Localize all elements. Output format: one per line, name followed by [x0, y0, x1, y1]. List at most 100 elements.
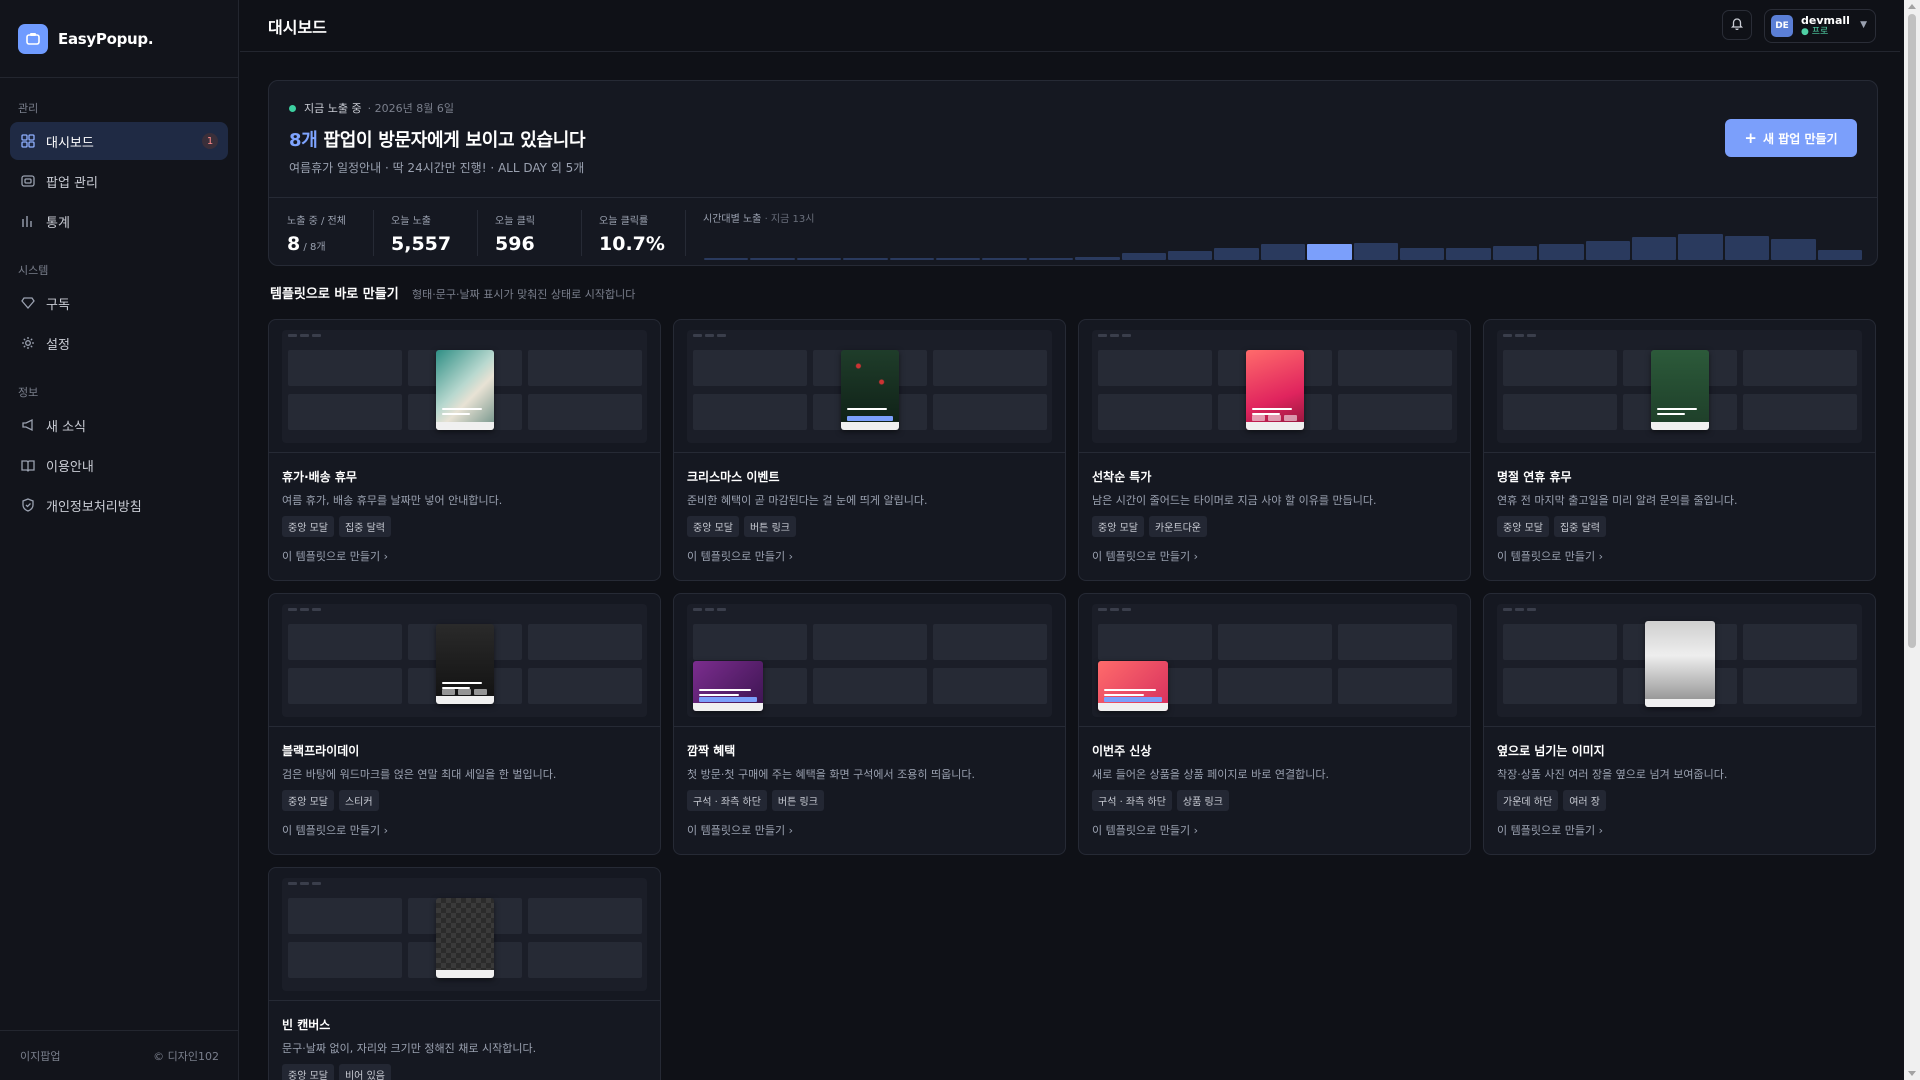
sidebar-item-subscription[interactable]: 구독 [10, 284, 228, 322]
popup-text-line [1104, 694, 1144, 696]
page-mockup [282, 604, 647, 717]
template-description: 새로 들어온 상품을 상품 페이지로 바로 연결합니다. [1092, 768, 1329, 781]
template-preview [1484, 594, 1875, 727]
template-name: 선착순 특가 [1092, 470, 1152, 484]
mock-cell [1503, 394, 1617, 430]
mock-cell [1743, 624, 1857, 660]
template-card[interactable]: 선착순 특가 남은 시간이 줄어드는 타이머로 지금 사야 할 이유를 만듭니다… [1078, 319, 1471, 581]
template-name: 명절 연휴 휴무 [1497, 470, 1572, 484]
page-scrollbar[interactable] [1904, 0, 1920, 1080]
popup-preview [1651, 350, 1709, 430]
plus-icon: + [1744, 129, 1757, 147]
popup-chip-mock [1252, 415, 1265, 421]
use-template-link[interactable]: 이 템플릿으로 만들기 › [687, 822, 793, 838]
template-card[interactable]: 옆으로 넘기는 이미지 착장·상품 사진 여러 장을 옆으로 넘겨 보여줍니다.… [1483, 593, 1876, 855]
stat-active: 노출 중 / 전체 8 / 8개 [269, 198, 373, 266]
template-card[interactable]: 크리스마스 이벤트 준비한 혜택이 곧 마감된다는 걸 눈에 띄게 알립니다. … [673, 319, 1066, 581]
template-name: 블랙프라이데이 [282, 744, 360, 758]
template-tag: 집중 달력 [1553, 516, 1606, 537]
brand[interactable]: EasyPopup. [0, 0, 238, 78]
stat-label: 노출 중 / 전체 [287, 216, 346, 227]
mock-cell [1338, 394, 1452, 430]
sidebar-item-popups[interactable]: 팝업 관리 [10, 162, 228, 200]
sidebar-item-label: 개인정보처리방침 [46, 499, 142, 515]
template-tags: 중앙 모달 집중 달력 [282, 516, 391, 537]
mock-window-dots [1503, 608, 1543, 611]
hourly-bar [1632, 237, 1677, 260]
template-card[interactable]: 휴가·배송 휴무 여름 휴가, 배송 휴무를 날짜만 넣어 안내합니다. 중앙 … [268, 319, 661, 581]
popup-footer-mock [1645, 699, 1715, 707]
brand-logo-icon [18, 23, 48, 54]
template-tags: 중앙 모달 집중 달력 [1497, 516, 1606, 537]
template-name: 이번주 신상 [1092, 744, 1152, 758]
popup-preview [1246, 350, 1304, 430]
sidebar-item-privacy[interactable]: 개인정보처리방침 [10, 486, 228, 524]
topbar: 대시보드 DE devmall ● 프로 ▼ [240, 0, 1900, 52]
hourly-bar [1353, 243, 1398, 260]
templates-section-title: 템플릿으로 바로 만들기 [270, 287, 399, 302]
notification-button[interactable] [1722, 10, 1752, 40]
sidebar-item-guide[interactable]: 이용안내 [10, 446, 228, 484]
popup-text-line [1252, 408, 1292, 410]
use-template-link[interactable]: 이 템플릿으로 만들기 › [1497, 822, 1603, 838]
template-card[interactable]: 블랙프라이데이 검은 바탕에 워드마크를 얹은 연말 최대 세일을 한 벌입니다… [268, 593, 661, 855]
sidebar-item-label: 통계 [46, 215, 70, 231]
use-template-link[interactable]: 이 템플릿으로 만들기 › [1092, 548, 1198, 564]
scroll-up-arrow-icon[interactable] [1908, 4, 1916, 9]
template-tag: 구석 · 좌측 하단 [687, 790, 767, 811]
new-popup-button[interactable]: + 새 팝업 만들기 [1725, 119, 1857, 157]
mock-window-dots [693, 334, 733, 337]
nav-section-system: 시스템 구독 설정 [0, 262, 238, 362]
hourly-bar [1492, 246, 1538, 260]
sidebar-item-news[interactable]: 새 소식 [10, 406, 228, 444]
template-card[interactable]: 깜짝 혜택 첫 방문·첫 구매에 주는 혜택을 화면 구석에서 조용히 띄웁니다… [673, 593, 1066, 855]
mock-window-dots [1503, 334, 1543, 337]
use-template-link[interactable]: 이 템플릿으로 만들기 › [282, 548, 388, 564]
use-template-link[interactable]: 이 템플릿으로 만들기 › [1497, 548, 1603, 564]
sidebar-item-stats[interactable]: 통계 [10, 202, 228, 240]
live-status: 지금 노출 중 · 2026년 8월 6일 [289, 100, 454, 116]
mock-cell [693, 624, 807, 660]
page-mockup [1497, 604, 1862, 717]
footer-copyright[interactable]: © 디자인102 [153, 1048, 219, 1064]
template-card[interactable]: 명절 연휴 휴무 연휴 전 마지막 출고일을 미리 알려 문의를 줄입니다. 중… [1483, 319, 1876, 581]
user-menu[interactable]: DE devmall ● 프로 ▼ [1764, 9, 1876, 43]
sidebar-item-settings[interactable]: 설정 [10, 324, 228, 362]
template-tag: 구석 · 좌측 하단 [1092, 790, 1172, 811]
template-card[interactable]: 이번주 신상 새로 들어온 상품을 상품 페이지로 바로 연결합니다. 구석 ·… [1078, 593, 1471, 855]
mock-cell [528, 350, 642, 386]
template-card[interactable]: 빈 캔버스 문구·날짜 없이, 자리와 크기만 정해진 채로 시작합니다. 중앙… [268, 867, 661, 1080]
live-summary-panel: 지금 노출 중 · 2026년 8월 6일 8개 팝업이 방문자에게 보이고 있… [268, 80, 1878, 266]
template-tag: 버튼 링크 [743, 516, 796, 537]
sidebar-item-label: 이용안내 [46, 459, 94, 475]
chevron-down-icon: ▼ [1860, 20, 1867, 30]
stat-value-suffix: / 8개 [300, 242, 326, 253]
hourly-bar [750, 258, 795, 260]
mock-cell [528, 624, 642, 660]
template-preview [674, 594, 1065, 727]
sidebar-item-dashboard[interactable]: 대시보드 1 [10, 122, 228, 160]
page-mockup [1092, 604, 1457, 717]
user-info: devmall ● 프로 [1801, 14, 1850, 38]
template-description: 첫 방문·첫 구매에 주는 혜택을 화면 구석에서 조용히 띄웁니다. [687, 768, 975, 781]
scroll-thumb[interactable] [1908, 14, 1916, 648]
template-tag: 중앙 모달 [282, 1064, 334, 1080]
use-template-link[interactable]: 이 템플릿으로 만들기 › [282, 822, 388, 838]
popup-chip-mock [1284, 415, 1297, 421]
mock-cell [1098, 624, 1212, 660]
hourly-bar [1771, 239, 1816, 260]
gear-icon [20, 335, 36, 351]
template-name: 깜짝 혜택 [687, 744, 736, 758]
use-template-link[interactable]: 이 템플릿으로 만들기 › [1092, 822, 1198, 838]
use-template-link[interactable]: 이 템플릿으로 만들기 › [687, 548, 793, 564]
hourly-bar [936, 258, 981, 260]
popup-footer-mock [1246, 422, 1304, 430]
hourly-bar [1400, 248, 1445, 260]
hourly-bar [1307, 244, 1352, 260]
template-preview [1079, 594, 1470, 727]
popup-button-mock [699, 697, 757, 702]
scroll-down-arrow-icon[interactable] [1908, 1071, 1916, 1076]
mock-cell [813, 624, 927, 660]
nav-section-title: 정보 [18, 386, 39, 399]
popup-text-line [1104, 689, 1156, 691]
